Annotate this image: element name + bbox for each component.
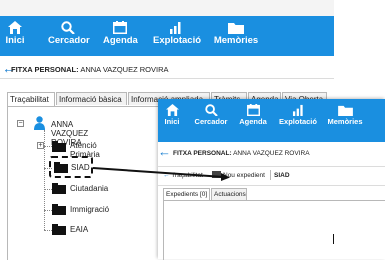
pointer-arrow [92, 167, 230, 181]
